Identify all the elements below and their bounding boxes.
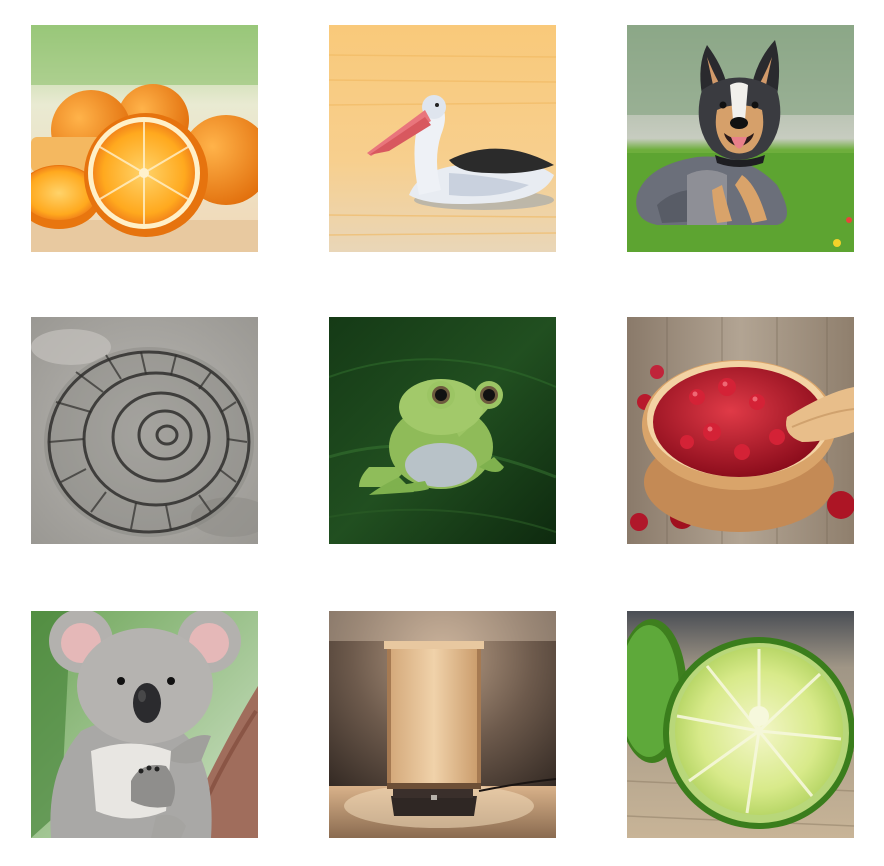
lime-image xyxy=(627,611,854,838)
image-tile-pelican[interactable] xyxy=(329,25,556,252)
image-grid xyxy=(0,0,884,866)
table-lamp-image xyxy=(329,611,556,838)
koala-image xyxy=(31,611,258,838)
image-tile-oranges[interactable] xyxy=(31,25,258,252)
image-tile-table-lamp[interactable] xyxy=(329,611,556,838)
image-tile-cranberry-sauce[interactable] xyxy=(627,317,854,544)
image-tile-dog[interactable] xyxy=(627,25,854,252)
oranges-image xyxy=(31,25,258,252)
cranberry-sauce-image xyxy=(627,317,854,544)
dog-image xyxy=(627,25,854,252)
image-tile-frog[interactable] xyxy=(329,317,556,544)
image-tile-ammonite-fossil[interactable] xyxy=(31,317,258,544)
ammonite-fossil-image xyxy=(31,317,258,544)
image-tile-koala[interactable] xyxy=(31,611,258,838)
frog-image xyxy=(329,317,556,544)
pelican-image xyxy=(329,25,556,252)
image-tile-lime[interactable] xyxy=(627,611,854,838)
